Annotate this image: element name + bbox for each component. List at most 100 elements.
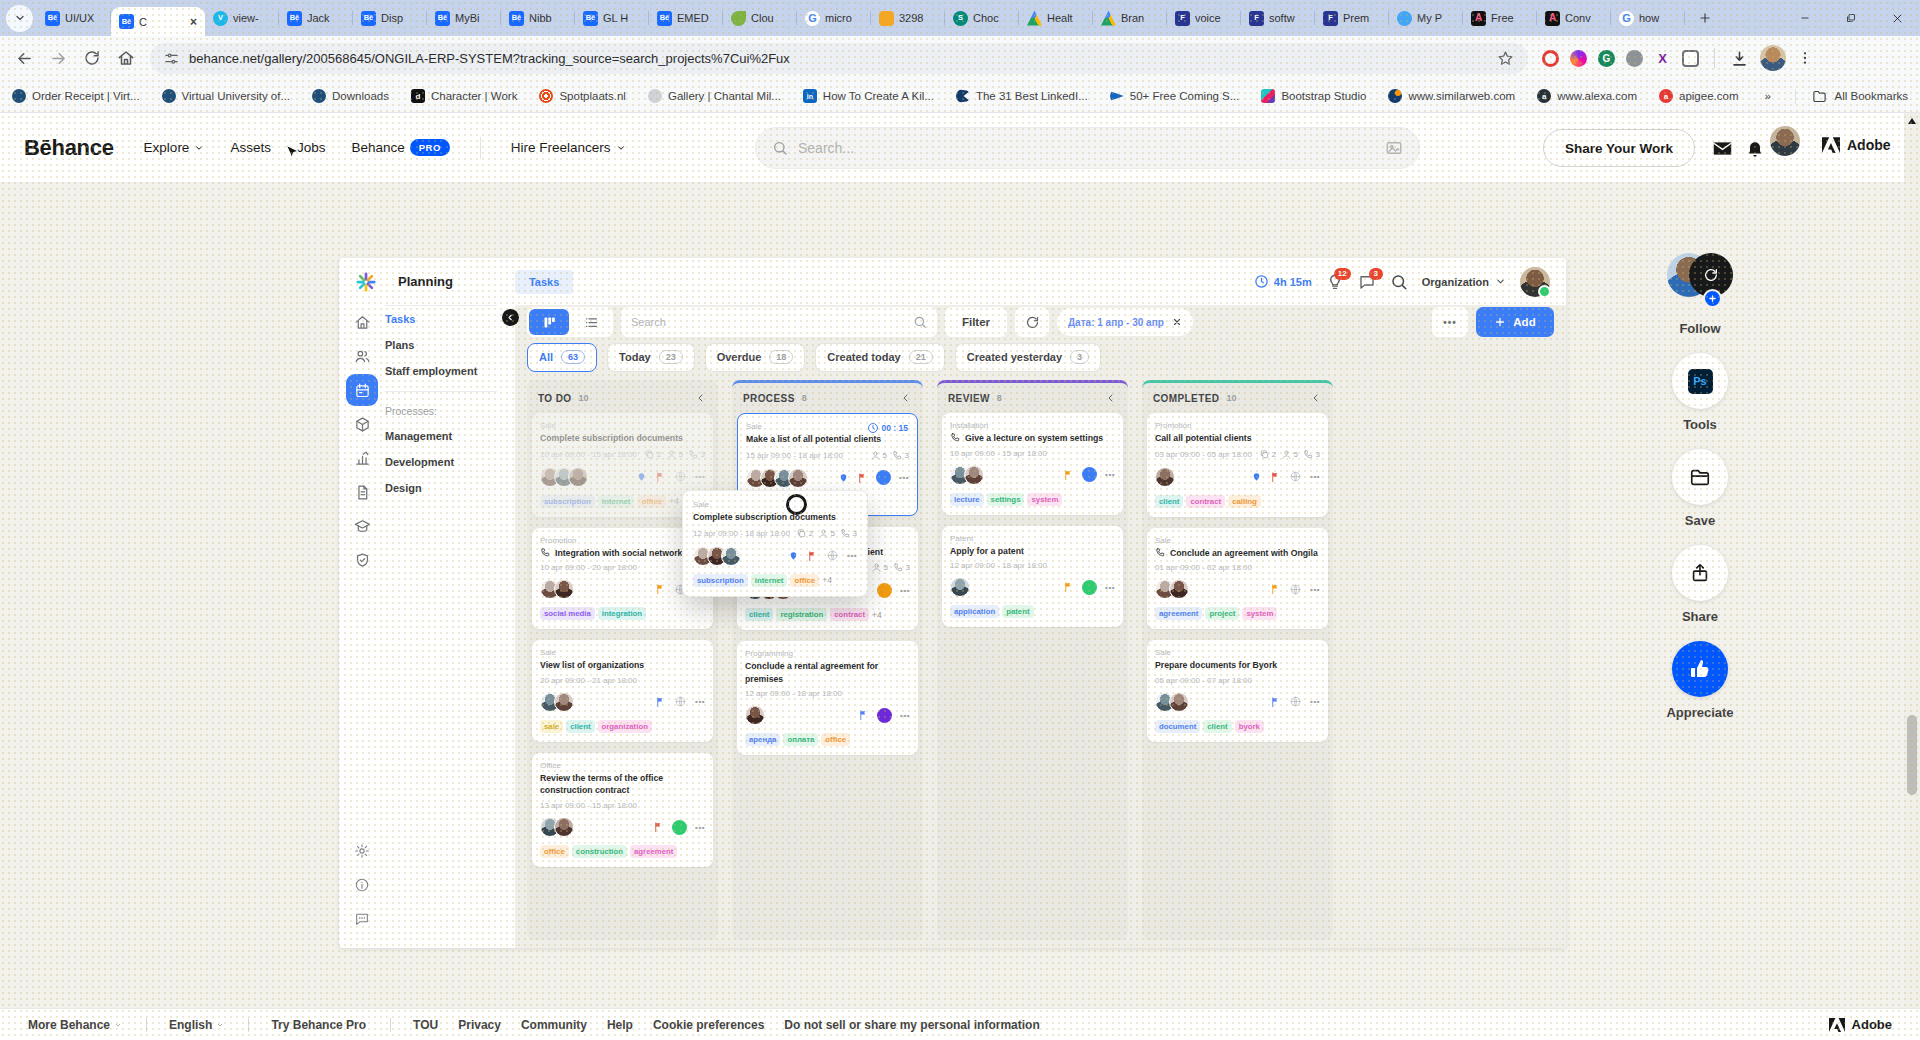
dragged-card-overlay[interactable]: SaleComplete subscription documents12 ap… [682,490,868,597]
bookmark-item[interactable]: awww.alexa.com [1537,89,1637,103]
board-search-icon[interactable] [1390,273,1408,291]
card-menu-icon[interactable]: ••• [1105,583,1115,592]
card-menu-icon[interactable]: ••• [900,711,910,720]
footer-link[interactable]: Do not sell or share my personal informa… [784,1018,1039,1032]
bookmark-item[interactable]: Bootstrap Studio [1261,89,1366,103]
bookmark-item[interactable]: Spotplaats.nl [539,89,626,103]
browser-tab[interactable]: AFree [1463,0,1537,36]
action-tools[interactable]: PsTools [1672,353,1728,432]
footer-link[interactable]: Community [521,1018,587,1032]
calendar-nav-item[interactable] [346,374,378,406]
ideas-button[interactable]: 12 [1326,273,1344,291]
footer-link[interactable]: Privacy [458,1018,501,1032]
action-share[interactable]: Share [1672,545,1728,624]
remove-date-filter-icon[interactable] [1172,317,1182,327]
education-nav-item[interactable] [345,509,379,543]
extension-icon[interactable]: X [1654,50,1671,67]
action-save[interactable]: Save [1672,449,1728,528]
settings-nav-item[interactable] [345,834,379,868]
task-card[interactable]: OfficeReview the terms of the office con… [532,753,713,867]
nav-explore[interactable]: Explore [144,140,205,155]
column-collapse-icon[interactable] [1105,392,1117,404]
bookmark-item[interactable]: dCharacter | Work [411,89,518,103]
mail-icon[interactable] [1712,138,1733,159]
info-nav-item[interactable] [345,868,379,902]
footer-link[interactable]: Cookie preferences [653,1018,764,1032]
site-search-input[interactable]: Search... [755,127,1420,169]
sidebar-item-development[interactable]: Development [385,449,515,475]
browser-tab[interactable]: BēNibb [501,0,575,36]
reload-button[interactable] [76,42,108,74]
bookmark-item[interactable]: Order Receipt | Virt... [12,89,140,103]
column-collapse-icon[interactable] [1310,392,1322,404]
browser-tab[interactable]: Bran [1093,0,1167,36]
browser-tab[interactable]: Fvoice [1167,0,1241,36]
browser-menu-icon[interactable] [1797,50,1813,66]
bookmark-item[interactable]: 50+ Free Coming S... [1110,89,1240,103]
sidebar-collapse-button[interactable] [502,309,519,326]
task-card[interactable]: InstallationGive a lecture on system set… [942,413,1123,515]
users-nav-item[interactable] [345,339,379,373]
card-menu-icon[interactable]: ••• [1310,472,1320,481]
action-follow[interactable]: Follow [1667,253,1733,336]
nav-assets[interactable]: Assets [230,140,271,155]
browser-tab[interactable]: BēMyBi [427,0,501,36]
organization-selector[interactable]: Organization [1422,276,1506,288]
card-menu-icon[interactable]: ••• [1310,697,1320,706]
footer-more-behance[interactable]: More Behance [28,1018,122,1032]
browser-tab[interactable]: Fsoftw [1241,0,1315,36]
sidebar-item-plans[interactable]: Plans [385,332,515,358]
sidebar-item-tasks[interactable]: Tasks [385,306,515,332]
kanban-view-button[interactable] [529,309,569,335]
time-tracker[interactable]: 4h 15m [1254,274,1312,289]
browser-tab[interactable]: AConv [1537,0,1611,36]
bookmark-item[interactable]: Gallery | Chantal Mil... [648,89,781,103]
extension-icon[interactable] [1542,50,1559,67]
card-menu-icon[interactable]: ••• [1105,470,1115,479]
window-minimize-button[interactable] [1782,0,1828,36]
document-nav-item[interactable] [345,475,379,509]
filter-chip-created-today[interactable]: Created today21 [815,343,944,372]
sidebar-item-design[interactable]: Design [385,475,515,501]
task-card[interactable]: SaleConclude an agreement with Ongila01 … [1147,528,1328,630]
tab-search-button[interactable] [6,5,33,32]
browser-tab[interactable]: BēGL H [575,0,649,36]
bookmark-item[interactable]: Virtual University of... [162,89,290,103]
nav-hire-freelancers[interactable]: Hire Freelancers [511,140,626,155]
card-menu-icon[interactable]: ••• [1310,585,1320,594]
browser-tab[interactable]: BēUI/UX [37,0,111,36]
task-card[interactable]: SaleComplete subscription documents12 ap… [693,500,857,587]
appreciate-button[interactable] [1672,641,1728,697]
card-menu-icon[interactable]: ••• [900,586,910,595]
sidebar-item-staff-employment[interactable]: Staff employment [385,358,515,384]
board-search-input[interactable]: Search [621,307,937,337]
behance-logo[interactable]: Bēhance [24,135,114,161]
chart-nav-item[interactable] [345,441,379,475]
extension-icon[interactable] [1626,50,1643,67]
filter-button[interactable]: Filter [945,307,1007,337]
cube-nav-item[interactable] [345,407,379,441]
bookmark-item[interactable]: www.similarweb.com [1388,89,1515,103]
card-menu-icon[interactable]: ••• [695,823,705,832]
notifications-bell-icon[interactable] [1745,138,1765,158]
card-menu-icon[interactable]: ••• [695,472,705,481]
browser-tab[interactable]: BēEMED [649,0,723,36]
footer-try-behance-pro[interactable]: Try Behance Pro [271,1018,366,1032]
bookmark-item[interactable]: Downloads [312,89,389,103]
window-close-button[interactable] [1874,0,1920,36]
save-button[interactable] [1672,449,1728,505]
browser-tab[interactable]: 3298 [871,0,945,36]
board-user-avatar[interactable] [1520,267,1550,297]
tasks-tab[interactable]: Tasks [515,270,573,294]
browser-tab[interactable]: FPrem [1315,0,1389,36]
forward-button[interactable] [42,42,74,74]
nav-behance-pro[interactable]: BehancePRO [351,139,449,156]
browser-tab[interactable]: My P [1389,0,1463,36]
card-menu-icon[interactable]: ••• [847,551,857,560]
task-card[interactable]: PatentApply for a patent12 apr 09:00 - 1… [942,526,1123,628]
column-collapse-icon[interactable] [695,392,707,404]
filter-chip-today[interactable]: Today23 [607,343,695,372]
browser-tab[interactable]: Clou [723,0,797,36]
footer-link[interactable]: TOU [413,1018,438,1032]
bookmark-item[interactable]: inHow To Create A Kil... [803,89,934,103]
